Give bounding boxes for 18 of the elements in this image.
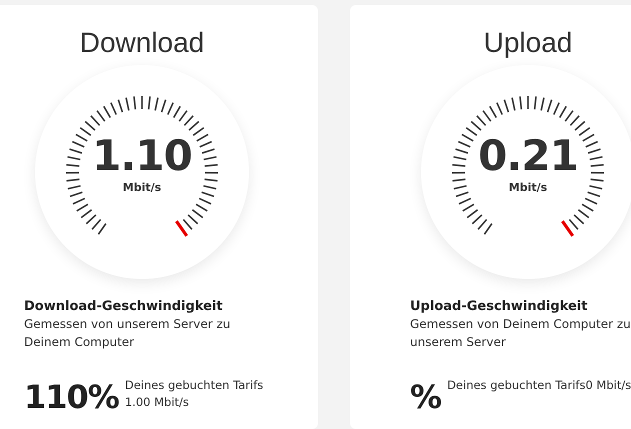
card-title: Download (78, 27, 206, 59)
speed-description: Gemessen von Deinem Computer zu unserem Server (410, 316, 631, 351)
speed-heading: Download-Geschwindigkeit (24, 299, 224, 314)
tariff-percent: 110% (24, 381, 119, 413)
tariff-label: Deines gebuchten Tarifs (447, 377, 586, 394)
speed-unit: Mbit/s (122, 181, 162, 194)
tariff-value: 1.00 Mbit/s (124, 394, 189, 411)
gauge-needle (175, 220, 188, 237)
speed-value: 1.10 (92, 131, 192, 181)
gauge-needle (561, 220, 574, 237)
speed-value: 0.21 (478, 131, 578, 181)
tariff-value: 0 Mbit/s (585, 377, 631, 394)
tariff-percent: % (410, 381, 442, 413)
tariff-label: Deines gebuchten Tarifs (124, 377, 264, 394)
speed-heading: Upload-Geschwindigkeit (410, 299, 588, 314)
speed-unit: Mbit/s (508, 181, 548, 194)
card-title: Upload (482, 27, 574, 59)
speed-description: Gemessen von unserem Server zu Deinem Computer (24, 316, 232, 351)
